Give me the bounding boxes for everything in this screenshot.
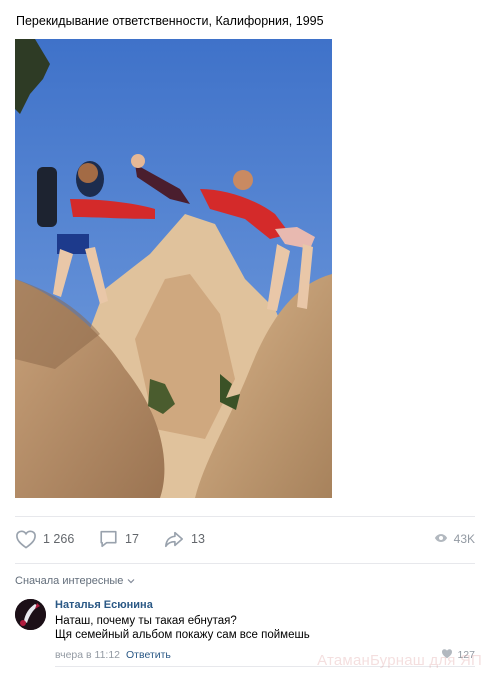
avatar[interactable] <box>15 599 46 630</box>
share-button[interactable]: 13 <box>163 528 205 550</box>
chevron-down-icon <box>127 575 135 587</box>
watermark: АтаманБурнаш для ЯП <box>317 652 482 669</box>
views-count: 43K <box>453 532 475 546</box>
post-actions: 1 266 17 13 43K <box>15 528 475 550</box>
sort-label: Сначала интересные <box>15 575 124 587</box>
post-photo[interactable] <box>15 39 332 498</box>
divider <box>15 516 475 517</box>
comment-text-line: Наташ, почему ты такая ебнутая? <box>55 615 237 627</box>
post-text: Перекидывание ответственности, Калифорни… <box>16 14 324 28</box>
comment-meta: вчера в 11:12 Ответить <box>55 649 171 661</box>
like-button[interactable]: 1 266 <box>15 528 74 550</box>
comment-time[interactable]: вчера в 11:12 <box>55 649 120 661</box>
comment-body: Наталья Есюнина Наташ, почему ты такая е… <box>55 598 310 642</box>
like-count: 1 266 <box>43 532 75 546</box>
heart-icon <box>15 529 37 549</box>
eye-icon <box>434 532 448 546</box>
comment-author[interactable]: Наталья Есюнина <box>55 598 310 612</box>
reply-link[interactable]: Ответить <box>126 649 171 661</box>
comment-button[interactable]: 17 <box>98 528 139 550</box>
comment-count: 17 <box>125 532 139 546</box>
views-counter: 43K <box>434 528 475 550</box>
comments-sort-dropdown[interactable]: Сначала интересные <box>15 575 135 587</box>
comment-icon <box>98 529 119 549</box>
comment-text-line: Щя семейный альбом покажу сам все поймеш… <box>55 629 310 641</box>
share-count: 13 <box>191 532 205 546</box>
share-icon <box>163 529 185 549</box>
divider <box>15 563 475 564</box>
